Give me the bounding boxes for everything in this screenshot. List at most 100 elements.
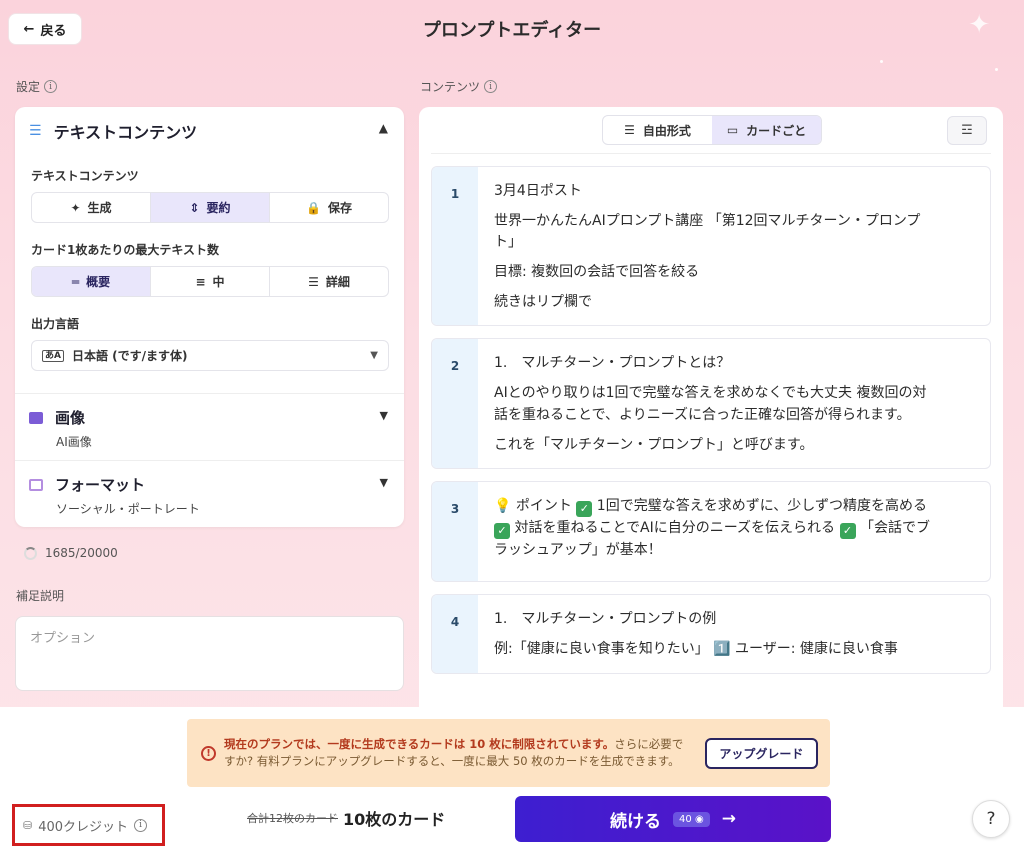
equals-icon: ═ [71,274,80,289]
length-medium-button[interactable]: ≡ 中 [151,267,270,296]
character-counter: 1685/20000 [24,546,118,560]
upgrade-button[interactable]: アップグレード [704,737,818,769]
settings-heading: 設定 i [16,78,58,95]
view-per-card-label: カードごと [746,123,807,138]
card-text[interactable]: 1. マルチターン・プロンプトの例 例:「健康に良い食事を知りたい」 1️⃣ ユ… [478,595,948,672]
card-text[interactable]: 1. マルチターン・プロンプトとは？ AIとのやり取りは1回で完璧な答えを求めな… [478,339,948,468]
divider [431,153,991,154]
chevron-down-icon: ▼ [379,476,388,489]
text-length-segmented: ═ 概要 ≡ 中 ☰ 詳細 [31,266,389,297]
output-language-label: 出力言語 [31,317,80,331]
credits-display[interactable]: ⛁ 400クレジット i [12,804,165,846]
view-per-card-button[interactable]: ▭ カードごと [712,116,821,144]
chevron-up-icon[interactable]: ▲ [379,121,388,135]
card-number: 2 [432,339,478,469]
coin-icon: ◉ [694,813,704,825]
notice-bold-text: 現在のプランでは、一度に生成できるカードは 10 枚に制限されています。 [224,737,615,752]
content-card[interactable]: 2 1. マルチターン・プロンプトとは？ AIとのやり取りは1回で完璧な答えを求… [431,338,991,470]
text-lines-icon: ☰ [624,123,635,137]
card-line: 1. マルチターン・プロンプトとは？ [494,355,731,372]
settings-panel: ☰ テキストコンテンツ ▲ テキストコンテンツ ✦ 生成 ⇕ 要約 🔒 保存 カ… [15,107,404,527]
bottom-bar: ! 現在のプランでは、一度に生成できるカードは 10 枚に制限されています。さら… [0,707,1024,850]
notice-text: 現在のプランでは、一度に生成できるカードは 10 枚に制限されています。さらに必… [224,736,693,769]
card-text-segment: 💡 ポイント [494,498,572,515]
character-count-value: 1685/20000 [45,546,118,560]
image-value: AI画像 [56,435,92,449]
continue-button[interactable]: 続ける 40 ◉ → [515,796,831,842]
mode-generate-button[interactable]: ✦ 生成 [32,193,151,222]
info-icon[interactable]: i [44,80,58,93]
text-content-accordion-header[interactable]: ☰ テキストコンテンツ [29,119,197,143]
language-icon: あA [42,349,64,362]
card-line: AIとのやり取りは1回で完璧な答えを求めなくでも大丈夫 複数回の対話を重ねること… [494,385,927,423]
credit-cost-value: 40 [679,813,692,825]
continue-label: 続ける [610,811,662,832]
info-icon[interactable]: i [484,80,498,93]
view-freeform-label: 自由形式 [642,123,691,138]
card-text-segment: 対話を重ねることでAIに自分のニーズを伝えられる [514,519,836,536]
lock-icon: 🔒 [306,200,321,215]
card-text-segment: 1回で完璧な答えを求めずに、少しずつ精度を高める [596,498,928,515]
output-language-value: 日本語 (です/ます体) [71,349,188,363]
progress-ring-icon [24,546,37,560]
sparkle-dot [995,68,998,71]
length-detailed-button[interactable]: ☰ 詳細 [270,267,388,296]
card-list: 1 3月4日ポスト 世界一かんたんAIプロンプト講座 「第12回マルチターン・プ… [431,166,991,686]
card-line: 続きはリプ欄で [494,293,592,310]
card-number: 1 [432,167,478,326]
divider [15,460,404,461]
text-mode-segmented: ✦ 生成 ⇕ 要約 🔒 保存 [31,192,389,223]
image-accordion[interactable]: 画像 AI画像 ▼ [29,407,390,450]
format-accordion[interactable]: フォーマット ソーシャル・ポートレート ▼ [29,474,390,517]
max-text-label: カード1枚あたりの最大テキスト数 [31,243,219,257]
text-content-title: テキストコンテンツ [53,123,198,142]
card-line: 3月4日ポスト [494,183,582,199]
credits-value: 400クレジット [38,819,129,835]
sparkle-dot [880,60,883,63]
card-line: 1. マルチターン・プロンプトの例 [494,611,717,628]
content-card[interactable]: 1 3月4日ポスト 世界一かんたんAIプロンプト講座 「第12回マルチターン・プ… [431,166,991,327]
mode-keep-label: 保存 [327,201,352,215]
content-label: コンテンツ [420,80,481,94]
mode-summarize-button[interactable]: ⇕ 要約 [151,193,270,222]
check-mark-icon: ✓ [494,522,510,539]
format-value: ソーシャル・ポートレート [56,502,200,516]
help-button[interactable]: ? [972,800,1010,838]
card-icon: ▭ [726,123,739,137]
check-mark-icon: ✓ [839,522,856,539]
length-brief-label: 概要 [86,275,111,289]
clear-format-button[interactable]: ☲ [947,116,987,145]
card-line: 例:「健康に良い食事を知りたい」 1️⃣ ユーザー: 健康に良い食事 [494,640,898,657]
mode-generate-label: 生成 [87,201,112,215]
info-icon[interactable]: i [134,818,148,832]
text-lines-icon: ☰ [29,123,42,139]
settings-label: 設定 [16,80,41,94]
content-card[interactable]: 3 💡 ポイント ✓ 1回で完璧な答えを求めずに、少しずつ精度を高める ✓ 対話… [431,481,991,583]
output-language-select[interactable]: あA 日本語 (です/ます体) ▼ [31,340,389,371]
card-text[interactable]: 💡 ポイント ✓ 1回で完璧な答えを求めずに、少しずつ精度を高める ✓ 対話を重… [478,482,948,581]
chevron-down-icon: ▼ [379,409,388,422]
strikethrough-lines-icon: ☲ [961,123,973,138]
card-text[interactable]: 3月4日ポスト 世界一かんたんAIプロンプト講座 「第12回マルチターン・プロン… [478,167,948,325]
length-brief-button[interactable]: ═ 概要 [32,267,151,296]
note-input[interactable] [15,616,404,691]
image-icon [29,411,43,424]
view-freeform-button[interactable]: ☰ 自由形式 [603,116,712,144]
layout-icon [29,478,43,491]
card-count: 10枚のカード [343,810,446,829]
chevron-down-icon: ▼ [370,350,378,361]
lines-medium-icon: ≡ [195,274,206,289]
card-line: 目標: 複数回の会話で回答を絞る [494,264,700,281]
mode-keep-button[interactable]: 🔒 保存 [270,193,388,222]
note-label: 補足説明 [16,589,65,603]
card-line: これを「マルチターン・プロンプト」と呼びます。 [494,436,814,453]
plan-limit-notice: ! 現在のプランでは、一度に生成できるカードは 10 枚に制限されています。さら… [187,719,830,787]
length-medium-label: 中 [212,275,225,289]
card-number: 4 [432,595,478,673]
check-mark-icon: ✓ [576,501,593,518]
card-line: 世界一かんたんAIプロンプト講座 「第12回マルチターン・プロンプト」 [494,212,921,251]
content-heading: コンテンツ i [420,78,498,95]
divider [15,393,404,394]
format-title: フォーマット [55,476,146,494]
content-card[interactable]: 4 1. マルチターン・プロンプトの例 例:「健康に良い食事を知りたい」 1️⃣… [431,594,991,674]
